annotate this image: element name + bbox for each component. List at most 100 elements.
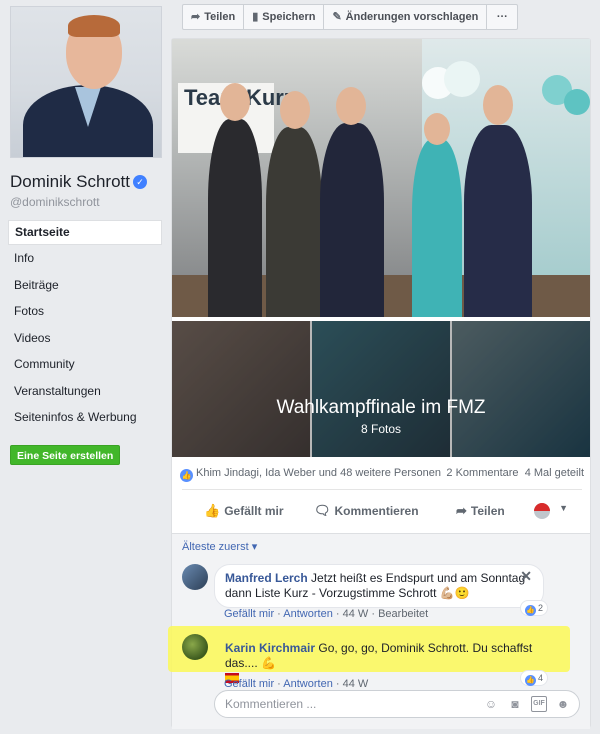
smile-emoji-icon: 🙂 <box>454 586 470 600</box>
reactions-text[interactable]: Khim Jindagi, Ida Weber und 48 weitere P… <box>196 467 441 479</box>
like-reaction-icon: 👍 <box>180 469 193 482</box>
comment-input[interactable] <box>225 696 475 712</box>
comment-like-number: 4 <box>537 673 543 683</box>
page-handle[interactable]: @dominikschrott <box>10 195 100 209</box>
bookmark-icon: ▮ <box>252 11 259 23</box>
emoji-icon[interactable]: ☺ <box>483 696 499 712</box>
comment-like-link[interactable]: Gefällt mir <box>224 608 274 620</box>
speech-bubble-icon: 🗨 <box>314 503 331 518</box>
profile-picture[interactable] <box>10 6 162 158</box>
comment-reply-link[interactable]: Antworten <box>283 678 333 690</box>
share-arrow-icon: ➦ <box>456 503 467 518</box>
suggest-edits-label: Änderungen vorschlagen <box>345 11 479 23</box>
sticker-icon[interactable]: ☻ <box>555 696 571 712</box>
album-title[interactable]: Wahlkampffinale im FMZ <box>172 397 590 419</box>
commenter-avatar[interactable] <box>182 564 208 590</box>
person-2 <box>266 127 322 317</box>
comment-like-number: 2 <box>537 603 543 613</box>
share-page-button[interactable]: ➦ Teilen <box>183 5 245 29</box>
shares-count[interactable]: 4 Mal geteilt <box>525 467 584 479</box>
nav-item-beitraege[interactable]: Beiträge <box>8 272 162 299</box>
like-button[interactable]: 👍 Gefällt mir <box>204 503 284 519</box>
comment-sort-label: Älteste zuerst <box>182 541 249 553</box>
close-icon[interactable]: ✕ <box>520 568 532 585</box>
flexed-biceps-emoji-icon: 💪 <box>261 656 276 670</box>
camera-icon[interactable]: ◙ <box>507 696 523 712</box>
more-options-button[interactable]: ··· <box>487 5 517 29</box>
nav-item-info[interactable]: Info <box>8 245 162 272</box>
person-1 <box>208 119 262 317</box>
comment-sort-dropdown[interactable]: Älteste zuerst ▾ <box>182 540 257 553</box>
comment-author[interactable]: Manfred Lerch <box>225 571 308 585</box>
comment-author[interactable]: Karin Kirchmair <box>225 641 315 655</box>
balloon <box>564 89 590 115</box>
comment-like-count[interactable]: 👍 2 <box>519 600 548 616</box>
page-avatar-icon[interactable] <box>534 503 550 519</box>
comment-bubble: Manfred Lerch Jetzt heißt es Endspurt un… <box>214 564 544 608</box>
chevron-down-icon: ▾ <box>251 541 258 553</box>
post-stats: 👍 Khim Jindagi, Ida Weber und 48 weitere … <box>180 467 584 483</box>
thumbs-up-icon: 👍 <box>204 503 221 518</box>
comments-count[interactable]: 2 Kommentare <box>446 467 518 479</box>
commenter-avatar[interactable] <box>182 634 208 660</box>
share-page-label: Teilen <box>204 11 236 23</box>
like-button-label: Gefällt mir <box>224 504 284 518</box>
page-action-bar: ➦ Teilen ▮ Speichern ✎ Änderungen vorschlag… <box>182 4 519 30</box>
like-reaction-icon: 👍 <box>524 675 536 686</box>
profile-picture-hair <box>68 15 120 37</box>
verified-check-icon: ✓ <box>132 175 147 189</box>
comment-time[interactable]: 44 W <box>343 608 369 620</box>
post-stats-right: 2 Kommentare 4 Mal geteilt <box>446 467 584 479</box>
comment-meta: Gefällt mir · Antworten · 44 W · Bearbei… <box>224 608 429 620</box>
post-action-bar: 👍 Gefällt mir 🗨 Kommentieren ➦ Teilen ▼ <box>182 497 582 525</box>
person-4-head <box>424 113 450 145</box>
composer-icons: ☺ ◙ GIF ☻ <box>483 696 571 712</box>
album-photo-count: 8 Fotos <box>360 422 402 436</box>
person-3-head <box>336 87 366 125</box>
save-page-button[interactable]: ▮ Speichern <box>244 5 325 29</box>
main-photo[interactable]: Team Kurz <box>172 39 590 317</box>
comment-like-link[interactable]: Gefällt mir <box>224 678 274 690</box>
comment-meta: Gefällt mir · Antworten · 44 W <box>224 678 369 690</box>
person-1-head <box>220 83 250 121</box>
page-name-text[interactable]: Dominik Schrott <box>10 172 130 191</box>
suggest-edits-button[interactable]: ✎ Änderungen vorschlagen <box>324 5 488 29</box>
person-5 <box>464 125 532 317</box>
nav-item-fotos[interactable]: Fotos <box>8 298 162 325</box>
save-page-label: Speichern <box>262 11 316 23</box>
comment-time[interactable]: 44 W <box>343 678 369 690</box>
album-thumbnails[interactable] <box>172 321 590 457</box>
create-page-button[interactable]: Eine Seite erstellen <box>10 445 121 465</box>
balloon <box>444 61 480 97</box>
nav-item-videos[interactable]: Videos <box>8 325 162 352</box>
divider <box>182 489 582 490</box>
share-button[interactable]: ➦ Teilen <box>456 503 505 519</box>
comment-composer: ☺ ◙ GIF ☻ <box>214 690 580 718</box>
like-reaction-icon: 👍 <box>524 605 536 616</box>
flexed-biceps-emoji-icon: 💪🏼 <box>439 586 455 600</box>
comment-button-label: Kommentieren <box>334 504 419 518</box>
comment-reply-link[interactable]: Antworten <box>283 608 333 620</box>
share-button-label: Teilen <box>470 504 505 518</box>
chevron-down-icon[interactable]: ▼ <box>559 503 568 513</box>
nav-item-seiteninfos[interactable]: Seiteninfos & Werbung <box>8 404 162 431</box>
nav-item-community[interactable]: Community <box>8 351 162 378</box>
comments-section: Älteste zuerst ▾ Manfred Lerch Jetzt hei… <box>168 533 590 729</box>
comment-like-count[interactable]: 👍 4 <box>519 670 548 686</box>
page-name[interactable]: Dominik Schrott ✓ <box>10 172 147 192</box>
person-2-head <box>280 91 310 129</box>
person-3 <box>320 123 384 317</box>
pencil-icon: ✎ <box>332 11 342 23</box>
nav-item-startseite[interactable]: Startseite <box>8 220 162 245</box>
album-overlay <box>172 321 590 457</box>
comment-edited[interactable]: Bearbeitet <box>378 608 428 620</box>
comment-button[interactable]: 🗨 Kommentieren <box>314 503 419 519</box>
page-nav: Startseite Info Beiträge Fotos Videos Co… <box>8 220 162 431</box>
share-arrow-icon: ➦ <box>191 11 201 23</box>
person-4 <box>412 139 462 317</box>
gif-icon[interactable]: GIF <box>531 696 547 712</box>
nav-item-veranstaltungen[interactable]: Veranstaltungen <box>8 378 162 405</box>
left-sidebar: Dominik Schrott ✓ @dominikschrott Startse… <box>0 0 170 734</box>
person-5-head <box>483 85 513 125</box>
post-card: Team Kurz Wahlkampffinale im FMZ 8 Fotos… <box>168 38 591 729</box>
